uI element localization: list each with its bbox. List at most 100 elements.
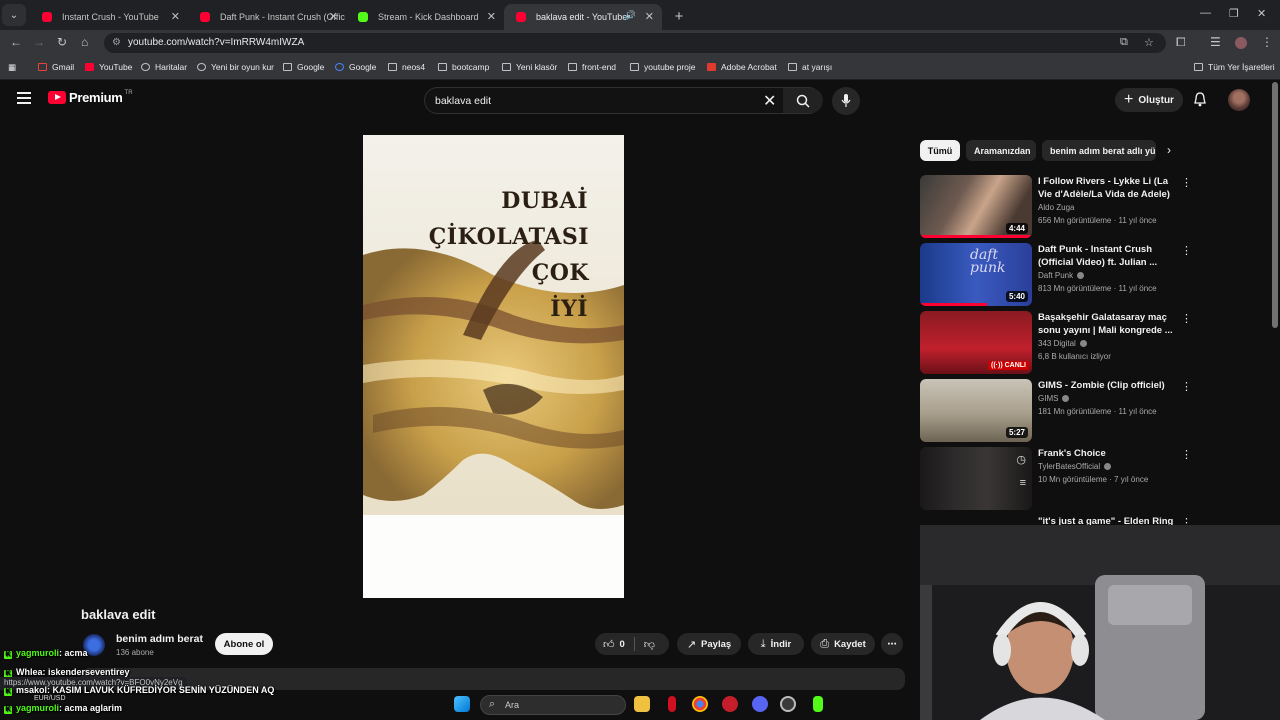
browser-tab[interactable]: Stream - Kick Dashboard ✕ — [346, 4, 504, 30]
recommendation-title[interactable]: Frank's Choice — [1038, 447, 1176, 460]
recommendation-channel[interactable]: GIMS — [1038, 394, 1070, 403]
voice-search-button[interactable] — [832, 87, 860, 115]
recommendation-channel[interactable]: Daft Punk — [1038, 271, 1085, 280]
recommendation-title[interactable]: GIMS - Zombie (Clip officiel) — [1038, 379, 1176, 392]
bookmark-folder[interactable]: neos4 — [388, 62, 425, 72]
menu-kebab-icon[interactable]: ⋮ — [1261, 35, 1273, 49]
site-info-icon[interactable]: ⚙ — [112, 37, 121, 48]
share-button[interactable]: ↗ Paylaş — [677, 633, 741, 655]
chip-all[interactable]: Tümü — [920, 140, 960, 161]
home-icon[interactable]: ⌂ — [81, 35, 88, 49]
back-icon[interactable]: ← — [10, 35, 22, 49]
bookmark-folder[interactable]: Yeni klasör — [502, 62, 557, 72]
more-vertical-icon[interactable]: ⋮ — [1181, 380, 1192, 393]
more-vertical-icon[interactable]: ⋮ — [1181, 244, 1192, 257]
like-button[interactable]: 👍︎ 0 — [603, 638, 625, 651]
browser-tab[interactable]: Daft Punk - Instant Crush (Offic ✕ — [188, 4, 346, 30]
reload-icon[interactable]: ↻ — [57, 35, 67, 49]
windows-start-icon[interactable] — [454, 696, 470, 712]
account-avatar[interactable] — [1228, 89, 1250, 111]
discord-icon[interactable] — [752, 696, 768, 712]
apps-icon[interactable]: ▦ — [8, 62, 16, 73]
more-vertical-icon[interactable]: ⋮ — [1181, 312, 1192, 325]
profile-avatar-icon[interactable] — [1235, 37, 1247, 49]
install-icon[interactable]: ⧉ — [1120, 36, 1128, 49]
recommendation-item[interactable]: 5:27 GIMS - Zombie (Clip officiel) GIMS … — [920, 379, 1260, 442]
address-url[interactable]: youtube.com/watch?v=ImRRW4mIWZA — [128, 37, 304, 48]
restore-icon[interactable]: ❐ — [1229, 7, 1239, 20]
bookmark-folder[interactable]: front-end — [568, 62, 616, 72]
recommendation-item[interactable]: ◷ ≡ Frank's Choice TylerBatesOfficial 10… — [920, 447, 1260, 510]
file-explorer-icon[interactable] — [634, 696, 650, 712]
bookmark-folder[interactable]: bootcamp — [438, 62, 489, 72]
bookmark-new-game[interactable]: Yeni bir oyun kur — [197, 62, 274, 72]
watch-later-icon[interactable]: ◷ — [1016, 453, 1026, 466]
window-close-icon[interactable]: ✕ — [1257, 7, 1266, 20]
address-bar[interactable]: ⚙ youtube.com/watch?v=ImRRW4mIWZA ⧉ ☆ — [104, 33, 1166, 53]
search-box[interactable]: baklava edit ✕ — [424, 87, 823, 114]
search-input[interactable]: baklava edit — [435, 95, 491, 107]
taskbar-search[interactable]: ⌕ Ara — [480, 695, 626, 715]
close-icon[interactable]: ✕ — [645, 10, 654, 23]
add-to-queue-icon[interactable]: ≡ — [1020, 477, 1026, 489]
speaker-icon[interactable]: 🔊 — [625, 10, 636, 21]
kick-app-icon[interactable] — [813, 696, 823, 712]
subscribe-button[interactable]: Abone ol — [215, 633, 273, 655]
bookmark-youtube[interactable]: YouTube — [85, 62, 132, 72]
bookmark-folder[interactable]: at yarışı — [788, 62, 832, 72]
recommendation-title[interactable]: Başakşehir Galatasaray maç sonu yayını |… — [1038, 311, 1176, 337]
more-actions-button[interactable]: ⋯ — [881, 633, 903, 655]
clear-search-icon[interactable]: ✕ — [763, 91, 776, 111]
save-button[interactable]: ⎙ Kaydet — [811, 633, 875, 655]
recommendation-title[interactable]: Daft Punk - Instant Crush (Official Vide… — [1038, 243, 1176, 269]
game-app-icon[interactable] — [722, 696, 738, 712]
bookmark-google[interactable]: Google — [335, 62, 376, 72]
create-button[interactable]: + Oluştur — [1115, 88, 1183, 112]
notifications-bell-icon[interactable] — [1193, 92, 1207, 112]
browser-tab-active[interactable]: baklava edit - YouTube 🔊 ✕ — [504, 4, 662, 30]
tab-search-button[interactable]: ⌄ — [2, 4, 26, 26]
minimize-icon[interactable]: — — [1200, 7, 1211, 19]
recommendation-title[interactable]: I Follow Rivers - Lykke Li (La Vie d'Adè… — [1038, 175, 1176, 201]
search-button[interactable] — [783, 88, 823, 113]
recommendation-item[interactable]: ((·)) CANLI Başakşehir Galatasaray maç s… — [920, 311, 1260, 374]
page-scrollbar[interactable] — [1272, 82, 1278, 328]
forward-icon[interactable]: → — [33, 35, 45, 49]
video-thumbnail[interactable]: 5:27 — [920, 379, 1032, 442]
dislike-button[interactable]: 👎︎ — [644, 638, 660, 651]
chrome-icon[interactable] — [692, 696, 708, 712]
bookmark-folder[interactable]: youtube proje — [630, 62, 696, 72]
extensions-icon[interactable]: ⧠ — [1176, 35, 1186, 50]
more-vertical-icon[interactable]: ⋮ — [1181, 448, 1192, 461]
bookmark-maps[interactable]: Haritalar — [141, 62, 187, 72]
steam-icon[interactable] — [780, 696, 796, 712]
video-thumbnail[interactable]: 4:44 — [920, 175, 1032, 238]
recommendation-channel[interactable]: Aldo Zuga — [1038, 203, 1074, 212]
chip-channel[interactable]: benim adım berat adlı yü — [1042, 140, 1156, 161]
bookmark-gmail[interactable]: Gmail — [38, 62, 74, 72]
browser-tab[interactable]: Instant Crush - YouTube ✕ — [30, 4, 188, 30]
recommendation-channel[interactable]: TylerBatesOfficial — [1038, 462, 1112, 471]
close-icon[interactable]: ✕ — [329, 10, 338, 23]
hamburger-menu-icon[interactable] — [17, 92, 31, 104]
recommendation-item[interactable]: 4:44 I Follow Rivers - Lykke Li (La Vie … — [920, 175, 1260, 238]
more-vertical-icon[interactable]: ⋮ — [1181, 176, 1192, 189]
youtube-premium-logo[interactable]: Premium TR — [48, 90, 133, 105]
close-icon[interactable]: ✕ — [487, 10, 496, 23]
recommendation-item[interactable]: daft punk 5:40 Daft Punk - Instant Crush … — [920, 243, 1260, 306]
recommendation-channel[interactable]: 343 Digital — [1038, 339, 1087, 348]
bookmark-star-icon[interactable]: ☆ — [1144, 36, 1154, 49]
video-thumbnail[interactable]: ◷ ≡ — [920, 447, 1032, 510]
app-icon[interactable] — [668, 696, 676, 712]
video-thumbnail[interactable]: daft punk 5:40 — [920, 243, 1032, 306]
chevron-right-icon[interactable]: › — [1167, 143, 1171, 157]
bookmark-acrobat[interactable]: Adobe Acrobat — [707, 62, 777, 72]
all-bookmarks[interactable]: Tüm Yer İşaretleri — [1194, 62, 1275, 72]
bookmark-folder[interactable]: Google — [283, 62, 324, 72]
reading-list-icon[interactable]: ☰ — [1210, 35, 1221, 49]
download-button[interactable]: ⤓ İndir — [748, 633, 804, 655]
video-thumbnail[interactable]: ((·)) CANLI — [920, 311, 1032, 374]
channel-name[interactable]: benim adım berat — [116, 633, 203, 645]
video-player[interactable]: DUBAİ ÇİKOLATASI ÇOK İYİ — [363, 135, 624, 598]
chip-from-search[interactable]: Aramanızdan — [966, 140, 1036, 161]
